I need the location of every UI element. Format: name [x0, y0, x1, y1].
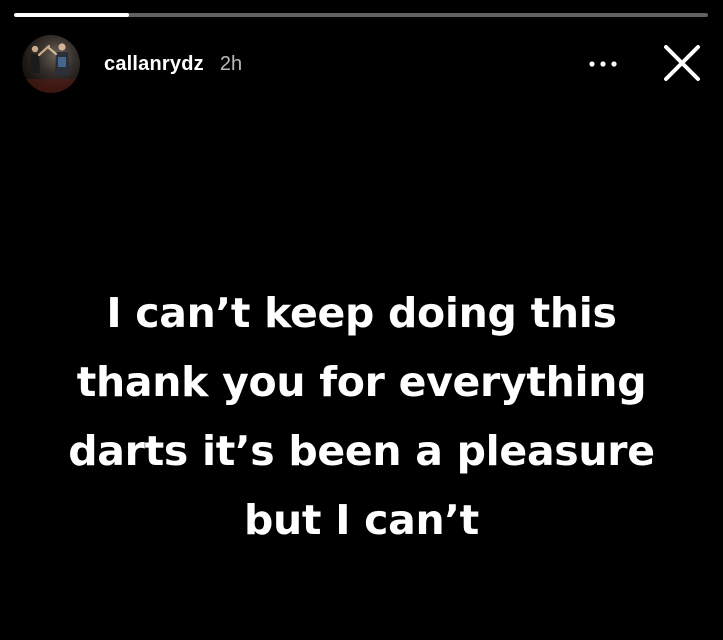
post-time: 2h: [219, 52, 243, 75]
story-text: I can’t keep doing this thank you for ev…: [0, 279, 723, 555]
story-text-line: darts it’s been a pleasure: [68, 427, 655, 475]
close-icon: [664, 45, 700, 81]
story-text-line: I can’t keep doing this: [106, 289, 617, 337]
close-button[interactable]: [659, 40, 705, 86]
story-viewer[interactable]: callanrydz 2h I can’t keep doing this th…: [0, 0, 723, 640]
story-progress-fill: [14, 13, 129, 17]
story-progress-bar: [14, 13, 708, 17]
username[interactable]: callanrydz: [104, 53, 204, 76]
story-text-line: thank you for everything: [76, 358, 647, 406]
story-header: callanrydz 2h: [22, 35, 705, 93]
more-options-button[interactable]: [581, 51, 625, 77]
avatar-photo-icon: [22, 43, 80, 93]
story-text-line: but I can’t: [244, 496, 479, 544]
avatar[interactable]: [22, 35, 80, 93]
more-options-icon: [589, 61, 617, 67]
